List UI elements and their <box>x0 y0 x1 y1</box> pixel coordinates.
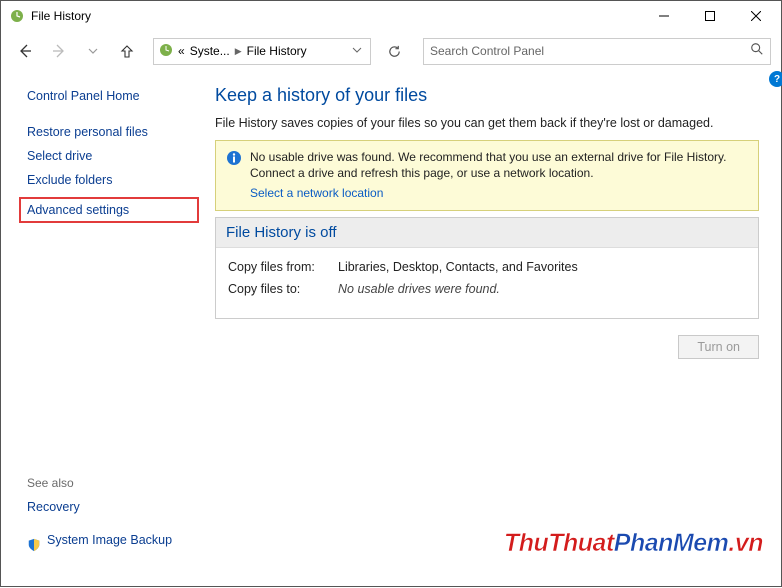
recent-locations-button[interactable] <box>79 37 107 65</box>
sidebar-item-exclude-folders[interactable]: Exclude folders <box>27 173 199 187</box>
see-also-section: See also Recovery System Image Backup <box>27 476 199 578</box>
page-description: File History saves copies of your files … <box>215 116 759 130</box>
forward-button[interactable] <box>45 37 73 65</box>
notice-banner: No usable drive was found. We recommend … <box>215 140 759 211</box>
breadcrumb-seg-filehistory[interactable]: File History <box>244 44 310 58</box>
control-panel-icon <box>158 42 174 61</box>
maximize-button[interactable] <box>687 1 733 31</box>
notice-text: No usable drive was found. We recommend … <box>250 150 726 180</box>
see-also-recovery[interactable]: Recovery <box>27 500 80 514</box>
window-title: File History <box>31 9 641 23</box>
file-history-icon <box>9 8 25 24</box>
search-input[interactable] <box>430 44 746 58</box>
breadcrumb-seg-system[interactable]: Syste... <box>187 44 233 58</box>
copy-from-label: Copy files from: <box>228 260 338 274</box>
navbar: « Syste... ▶ File History <box>1 31 781 71</box>
see-also-header: See also <box>27 476 199 490</box>
see-also-system-image-backup[interactable]: System Image Backup <box>47 533 172 547</box>
copy-to-value: No usable drives were found. <box>338 282 500 296</box>
copy-to-label: Copy files to: <box>228 282 338 296</box>
control-panel-home-link[interactable]: Control Panel Home <box>27 89 199 103</box>
refresh-button[interactable] <box>379 38 409 65</box>
search-icon[interactable] <box>746 42 764 61</box>
status-header: File History is off <box>216 218 758 248</box>
highlighted-annotation: Advanced settings <box>19 197 199 223</box>
up-button[interactable] <box>113 37 141 65</box>
back-button[interactable] <box>11 37 39 65</box>
sidebar-item-restore[interactable]: Restore personal files <box>27 125 199 139</box>
copy-from-value: Libraries, Desktop, Contacts, and Favori… <box>338 260 578 274</box>
titlebar: File History <box>1 1 781 31</box>
breadcrumb-prefix: « <box>176 44 185 58</box>
sidebar-item-advanced-settings[interactable]: Advanced settings <box>27 203 191 217</box>
page-title: Keep a history of your files <box>215 85 759 106</box>
chevron-right-icon[interactable]: ▶ <box>235 46 242 57</box>
breadcrumb[interactable]: « Syste... ▶ File History <box>153 38 371 65</box>
select-network-location-link[interactable]: Select a network location <box>250 185 748 201</box>
breadcrumb-dropdown[interactable] <box>348 44 366 58</box>
sidebar: Control Panel Home Restore personal file… <box>1 71 211 588</box>
close-button[interactable] <box>733 1 779 31</box>
minimize-button[interactable] <box>641 1 687 31</box>
sidebar-item-select-drive[interactable]: Select drive <box>27 149 199 163</box>
turn-on-button[interactable]: Turn on <box>678 335 759 359</box>
main-panel: ? Keep a history of your files File Hist… <box>211 71 781 588</box>
help-icon[interactable]: ? <box>769 71 782 87</box>
search-box[interactable] <box>423 38 771 65</box>
status-box: File History is off Copy files from: Lib… <box>215 217 759 319</box>
info-icon <box>226 150 242 166</box>
shield-icon <box>27 538 41 552</box>
